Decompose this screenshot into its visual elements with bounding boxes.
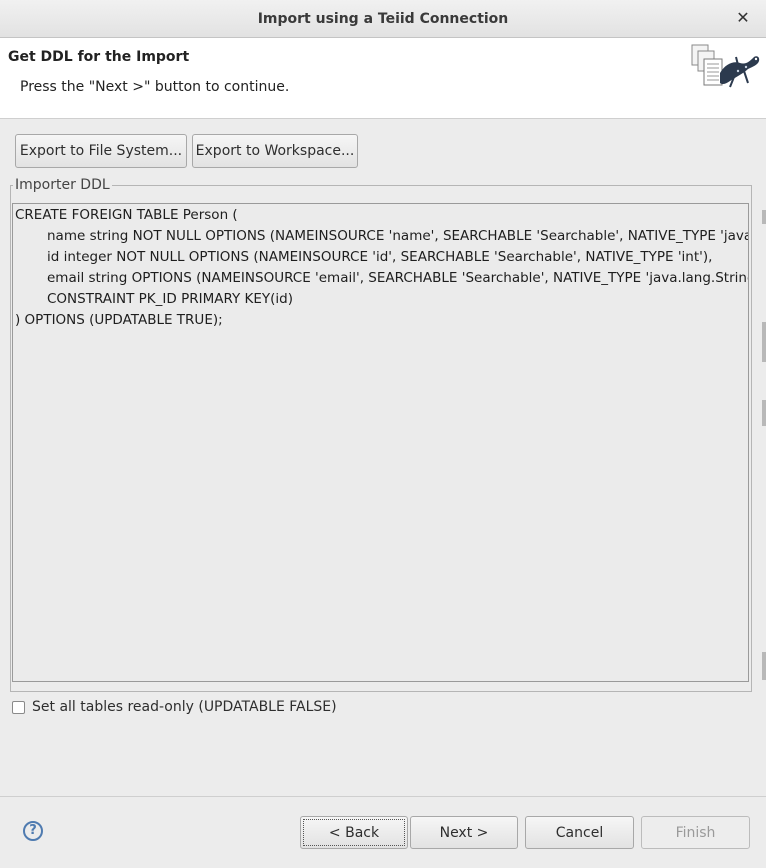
- dialog-title: Import using a Teiid Connection: [257, 11, 509, 27]
- close-icon[interactable]: ✕: [734, 8, 752, 28]
- ddl-line: id integer NOT NULL OPTIONS (NAMEINSOURC…: [47, 249, 713, 265]
- page-title: Get DDL for the Import: [8, 49, 190, 65]
- footer-divider: [0, 796, 766, 797]
- next-button[interactable]: Next >: [410, 816, 518, 849]
- ddl-line: name string NOT NULL OPTIONS (NAMEINSOUR…: [47, 228, 749, 244]
- ddl-line: ) OPTIONS (UPDATABLE TRUE);: [15, 312, 223, 328]
- cancel-button[interactable]: Cancel: [525, 816, 634, 849]
- page-description: Press the "Next >" button to continue.: [20, 79, 290, 95]
- back-button[interactable]: < Back: [300, 816, 408, 849]
- ddl-text-area[interactable]: CREATE FOREIGN TABLE Person ( name strin…: [12, 203, 749, 682]
- export-to-workspace-button[interactable]: Export to Workspace...: [192, 134, 358, 168]
- importer-ddl-legend: Importer DDL: [13, 177, 112, 193]
- wizard-banner: Get DDL for the Import Press the "Next >…: [0, 38, 766, 119]
- finish-button: Finish: [641, 816, 750, 849]
- ddl-line: email string OPTIONS (NAMEINSOURCE 'emai…: [47, 270, 749, 286]
- export-to-file-system-button[interactable]: Export to File System...: [15, 134, 187, 168]
- ddl-line: CREATE FOREIGN TABLE Person (: [15, 207, 238, 223]
- help-icon[interactable]: ?: [23, 821, 43, 841]
- import-dialog: Import using a Teiid Connection ✕ Get DD…: [0, 0, 766, 868]
- wizard-import-icon: [691, 44, 760, 88]
- ddl-line: CONSTRAINT PK_ID PRIMARY KEY(id): [47, 291, 293, 307]
- read-only-checkbox-label[interactable]: Set all tables read-only (UPDATABLE FALS…: [32, 699, 337, 715]
- title-bar[interactable]: Import using a Teiid Connection ✕: [0, 0, 766, 38]
- read-only-checkbox[interactable]: [12, 701, 25, 714]
